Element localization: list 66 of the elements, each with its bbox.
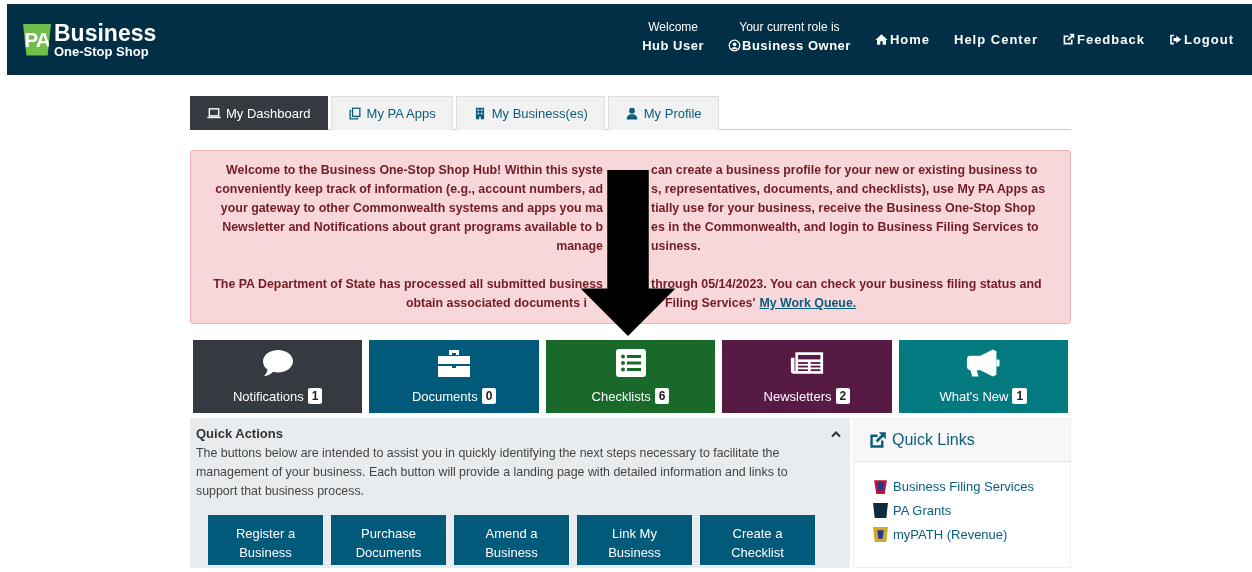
quick-action-button[interactable]: Link My Business — [577, 515, 692, 565]
keystone-icon — [872, 502, 889, 519]
work-queue-link[interactable]: My Work Queue. — [759, 294, 857, 313]
tile-button[interactable]: What's New 1 — [898, 340, 1069, 413]
tile-button[interactable]: Checklists 6 — [545, 340, 716, 413]
panel-description: The buttons below are intended to assist you in quickly identifying the next steps necessary to facilitate the management of your business. Each button will provide a landing page with detailed information and links to support that business process. — [196, 445, 789, 500]
quick-action-button[interactable]: Purchase Documents — [331, 515, 446, 565]
logo-title: Business — [54, 21, 157, 45]
laptop-icon — [207, 107, 221, 120]
quick-link[interactable]: Business Filing Services — [872, 478, 1052, 495]
tab[interactable]: My PA Apps — [330, 96, 453, 130]
alert-text: through 05/14/2023. You can check your business filing status and — [651, 276, 1042, 293]
tile-button[interactable]: Documents 0 — [369, 340, 539, 413]
alert-text: Newsletter and Notifications about grant programs available to b — [222, 219, 604, 236]
alert-text: manage — [556, 238, 604, 255]
copy-icon — [347, 107, 362, 120]
briefcase-icon — [437, 348, 472, 378]
alert-text: tially use for your business, receive the Business One-Stop Shop — [651, 200, 1036, 217]
checklist-icon — [613, 348, 648, 378]
sign-out-icon — [1168, 33, 1182, 46]
role-label: Your current role is — [739, 20, 840, 34]
alert-text: conveniently keep track of information (e.g., account numbers, ad — [215, 181, 604, 198]
alert-text: The PA Department of State has processed all submitted business — [213, 276, 604, 293]
count-badge: 0 — [481, 388, 497, 404]
role-name: Business Owner — [742, 38, 851, 53]
quick-link[interactable]: PA Grants — [872, 502, 1052, 519]
count-badge: 1 — [307, 388, 323, 404]
nav-link[interactable]: Home — [874, 32, 930, 47]
alert-text: es in the Commonwealth, and login to Business Filing Services to — [651, 219, 1039, 236]
alert-text: s, representatives, documents, and checklists), use My PA Apps as — [651, 181, 1046, 198]
alert-text: usiness. — [651, 238, 701, 255]
quick-action-button[interactable]: Create a Checklist — [700, 515, 815, 565]
nav-link[interactable]: Logout — [1168, 32, 1234, 47]
tab[interactable]: My Profile — [607, 96, 719, 130]
tab[interactable]: My Dashboard — [190, 96, 328, 130]
quick-link[interactable]: myPATH (Revenue) — [872, 526, 1052, 543]
megaphone-icon — [966, 348, 1001, 378]
keystone-emblem-icon — [872, 526, 889, 543]
alert-text: obtain associated documents i — [405, 295, 588, 312]
tile-button[interactable]: Notifications 1 — [193, 340, 363, 413]
panel-title: Quick Actions — [196, 426, 283, 441]
alert-text: can create a business profile for your new or existing business to — [651, 162, 1038, 179]
external-link-icon — [1061, 33, 1075, 46]
alert-text: Welcome to the Business One-Stop Shop Hub! Within this syste — [226, 162, 604, 179]
tile-button[interactable]: Newsletters 2 — [722, 340, 892, 413]
home-icon — [874, 33, 888, 46]
quick-action-button[interactable]: Register a Business — [208, 515, 323, 565]
alert-text: Filing Services' — [665, 295, 756, 312]
alert-text: your gateway to other Commonwealth systems and apps you ma — [220, 200, 604, 217]
speech-bubble-icon — [260, 348, 295, 378]
panel-title: Quick Links — [892, 431, 975, 449]
nav-link[interactable]: Feedback — [1061, 32, 1145, 47]
keystone-badge: PA — [23, 23, 51, 56]
count-badge: 1 — [1012, 388, 1028, 404]
user-icon — [624, 107, 639, 120]
count-badge: 2 — [835, 388, 851, 404]
quick-action-button[interactable]: Amend a Business — [454, 515, 569, 565]
nav-link[interactable]: Help Center — [954, 32, 1038, 47]
welcome-label: Welcome — [648, 20, 698, 34]
user-name: Hub User — [642, 38, 704, 53]
user-circle-icon — [728, 39, 741, 52]
tab[interactable]: My Business(es) — [455, 96, 605, 130]
count-badge: 6 — [654, 388, 670, 404]
external-link-icon — [868, 430, 887, 450]
flag-emblem-icon — [872, 478, 889, 495]
logo-subtitle: One-Stop Shop — [54, 44, 150, 58]
